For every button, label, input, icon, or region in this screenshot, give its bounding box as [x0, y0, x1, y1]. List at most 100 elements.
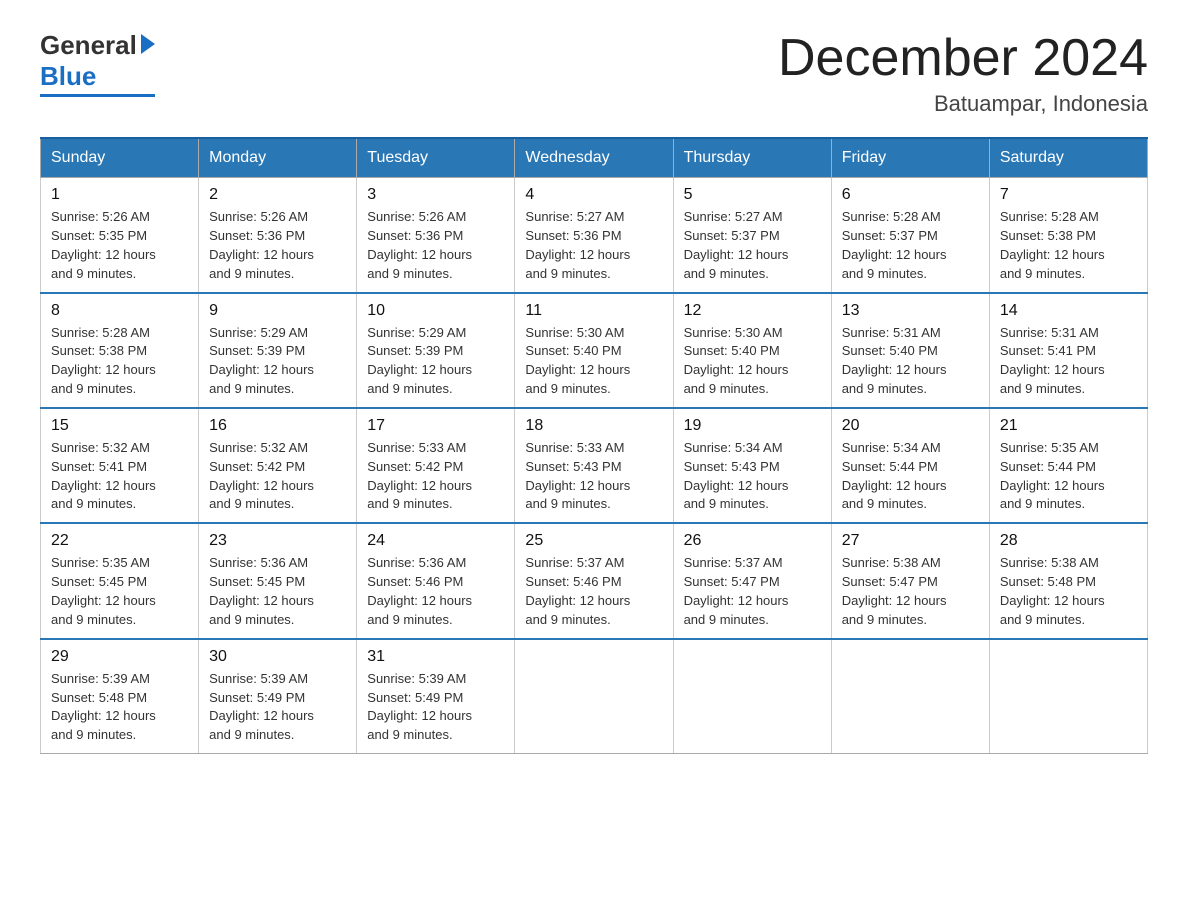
day-info: Sunrise: 5:28 AMSunset: 5:37 PMDaylight:…	[842, 208, 979, 283]
calendar-cell: 10 Sunrise: 5:29 AMSunset: 5:39 PMDayligh…	[357, 293, 515, 408]
day-info: Sunrise: 5:34 AMSunset: 5:43 PMDaylight:…	[684, 439, 821, 514]
day-info: Sunrise: 5:34 AMSunset: 5:44 PMDaylight:…	[842, 439, 979, 514]
day-number: 15	[51, 417, 188, 435]
day-number: 4	[525, 186, 662, 204]
calendar-cell: 9Sunrise: 5:29 AMSunset: 5:39 PMDaylight…	[199, 293, 357, 408]
day-number: 13	[842, 302, 979, 320]
day-number: 21	[1000, 417, 1137, 435]
header-thursday: Thursday	[673, 138, 831, 178]
calendar-cell: 30 Sunrise: 5:39 AMSunset: 5:49 PMDayligh…	[199, 639, 357, 754]
day-number: 23	[209, 532, 346, 550]
day-number: 5	[684, 186, 821, 204]
calendar-cell	[515, 639, 673, 754]
calendar-cell: 25 Sunrise: 5:37 AMSunset: 5:46 PMDayligh…	[515, 523, 673, 638]
day-info: Sunrise: 5:29 AMSunset: 5:39 PMDaylight:…	[209, 324, 346, 399]
day-number: 2	[209, 186, 346, 204]
calendar-cell: 3 Sunrise: 5:26 AMSunset: 5:36 PMDaylight…	[357, 178, 515, 293]
day-number: 8	[51, 302, 188, 320]
header-sunday: Sunday	[41, 138, 199, 178]
day-info: Sunrise: 5:33 AMSunset: 5:43 PMDaylight:…	[525, 439, 662, 514]
day-info: Sunrise: 5:27 AMSunset: 5:37 PMDaylight:…	[684, 208, 821, 283]
week-row-1: 1Sunrise: 5:26 AMSunset: 5:35 PMDaylight…	[41, 178, 1148, 293]
calendar-cell: 15Sunrise: 5:32 AMSunset: 5:41 PMDayligh…	[41, 408, 199, 523]
day-number: 11	[525, 302, 662, 320]
week-row-5: 29 Sunrise: 5:39 AMSunset: 5:48 PMDayligh…	[41, 639, 1148, 754]
calendar-table: SundayMondayTuesdayWednesdayThursdayFrid…	[40, 137, 1148, 754]
header-tuesday: Tuesday	[357, 138, 515, 178]
calendar-cell: 4 Sunrise: 5:27 AMSunset: 5:36 PMDaylight…	[515, 178, 673, 293]
day-number: 26	[684, 532, 821, 550]
calendar-cell	[989, 639, 1147, 754]
day-info: Sunrise: 5:35 AMSunset: 5:44 PMDaylight:…	[1000, 439, 1137, 514]
day-number: 20	[842, 417, 979, 435]
logo-text: General	[40, 30, 155, 61]
page-header: General Blue December 2024 Batuampar, In…	[40, 30, 1148, 117]
calendar-cell: 24 Sunrise: 5:36 AMSunset: 5:46 PMDayligh…	[357, 523, 515, 638]
calendar-cell: 21 Sunrise: 5:35 AMSunset: 5:44 PMDayligh…	[989, 408, 1147, 523]
day-info: Sunrise: 5:35 AMSunset: 5:45 PMDaylight:…	[51, 554, 188, 629]
logo: General Blue	[40, 30, 155, 97]
calendar-cell: 12 Sunrise: 5:30 AMSunset: 5:40 PMDayligh…	[673, 293, 831, 408]
calendar-cell: 23 Sunrise: 5:36 AMSunset: 5:45 PMDayligh…	[199, 523, 357, 638]
day-info: Sunrise: 5:37 AMSunset: 5:46 PMDaylight:…	[525, 554, 662, 629]
calendar-subtitle: Batuampar, Indonesia	[778, 91, 1148, 117]
day-number: 10	[367, 302, 504, 320]
day-info: Sunrise: 5:39 AMSunset: 5:49 PMDaylight:…	[209, 670, 346, 745]
day-info: Sunrise: 5:30 AMSunset: 5:40 PMDaylight:…	[525, 324, 662, 399]
day-number: 14	[1000, 302, 1137, 320]
day-number: 12	[684, 302, 821, 320]
day-number: 31	[367, 648, 504, 666]
calendar-cell: 27Sunrise: 5:38 AMSunset: 5:47 PMDayligh…	[831, 523, 989, 638]
calendar-cell: 22 Sunrise: 5:35 AMSunset: 5:45 PMDayligh…	[41, 523, 199, 638]
day-number: 24	[367, 532, 504, 550]
day-info: Sunrise: 5:31 AMSunset: 5:40 PMDaylight:…	[842, 324, 979, 399]
day-number: 29	[51, 648, 188, 666]
day-info: Sunrise: 5:26 AMSunset: 5:35 PMDaylight:…	[51, 208, 188, 283]
day-info: Sunrise: 5:39 AMSunset: 5:48 PMDaylight:…	[51, 670, 188, 745]
day-info: Sunrise: 5:38 AMSunset: 5:48 PMDaylight:…	[1000, 554, 1137, 629]
day-number: 17	[367, 417, 504, 435]
day-info: Sunrise: 5:37 AMSunset: 5:47 PMDaylight:…	[684, 554, 821, 629]
calendar-cell: 1Sunrise: 5:26 AMSunset: 5:35 PMDaylight…	[41, 178, 199, 293]
day-info: Sunrise: 5:26 AMSunset: 5:36 PMDaylight:…	[367, 208, 504, 283]
calendar-title: December 2024	[778, 30, 1148, 87]
calendar-cell: 14Sunrise: 5:31 AMSunset: 5:41 PMDayligh…	[989, 293, 1147, 408]
week-row-3: 15Sunrise: 5:32 AMSunset: 5:41 PMDayligh…	[41, 408, 1148, 523]
day-info: Sunrise: 5:27 AMSunset: 5:36 PMDaylight:…	[525, 208, 662, 283]
calendar-cell: 13 Sunrise: 5:31 AMSunset: 5:40 PMDayligh…	[831, 293, 989, 408]
day-info: Sunrise: 5:26 AMSunset: 5:36 PMDaylight:…	[209, 208, 346, 283]
calendar-cell: 19 Sunrise: 5:34 AMSunset: 5:43 PMDayligh…	[673, 408, 831, 523]
calendar-header-row: SundayMondayTuesdayWednesdayThursdayFrid…	[41, 138, 1148, 178]
day-info: Sunrise: 5:28 AMSunset: 5:38 PMDaylight:…	[1000, 208, 1137, 283]
calendar-cell: 2 Sunrise: 5:26 AMSunset: 5:36 PMDaylight…	[199, 178, 357, 293]
day-info: Sunrise: 5:33 AMSunset: 5:42 PMDaylight:…	[367, 439, 504, 514]
calendar-cell	[831, 639, 989, 754]
title-block: December 2024 Batuampar, Indonesia	[778, 30, 1148, 117]
calendar-cell: 18Sunrise: 5:33 AMSunset: 5:43 PMDayligh…	[515, 408, 673, 523]
calendar-cell: 11 Sunrise: 5:30 AMSunset: 5:40 PMDayligh…	[515, 293, 673, 408]
logo-general: General	[40, 30, 137, 61]
header-friday: Friday	[831, 138, 989, 178]
day-number: 7	[1000, 186, 1137, 204]
day-number: 22	[51, 532, 188, 550]
day-number: 28	[1000, 532, 1137, 550]
calendar-cell: 8 Sunrise: 5:28 AMSunset: 5:38 PMDaylight…	[41, 293, 199, 408]
day-number: 19	[684, 417, 821, 435]
day-number: 3	[367, 186, 504, 204]
header-wednesday: Wednesday	[515, 138, 673, 178]
day-info: Sunrise: 5:28 AMSunset: 5:38 PMDaylight:…	[51, 324, 188, 399]
calendar-cell: 26 Sunrise: 5:37 AMSunset: 5:47 PMDayligh…	[673, 523, 831, 638]
week-row-4: 22 Sunrise: 5:35 AMSunset: 5:45 PMDayligh…	[41, 523, 1148, 638]
day-number: 25	[525, 532, 662, 550]
calendar-cell: 29 Sunrise: 5:39 AMSunset: 5:48 PMDayligh…	[41, 639, 199, 754]
day-info: Sunrise: 5:36 AMSunset: 5:45 PMDaylight:…	[209, 554, 346, 629]
calendar-cell: 17 Sunrise: 5:33 AMSunset: 5:42 PMDayligh…	[357, 408, 515, 523]
day-number: 27	[842, 532, 979, 550]
calendar-cell	[673, 639, 831, 754]
day-info: Sunrise: 5:29 AMSunset: 5:39 PMDaylight:…	[367, 324, 504, 399]
logo-triangle-icon	[141, 34, 155, 54]
day-info: Sunrise: 5:30 AMSunset: 5:40 PMDaylight:…	[684, 324, 821, 399]
calendar-cell: 7 Sunrise: 5:28 AMSunset: 5:38 PMDaylight…	[989, 178, 1147, 293]
day-info: Sunrise: 5:36 AMSunset: 5:46 PMDaylight:…	[367, 554, 504, 629]
day-number: 30	[209, 648, 346, 666]
